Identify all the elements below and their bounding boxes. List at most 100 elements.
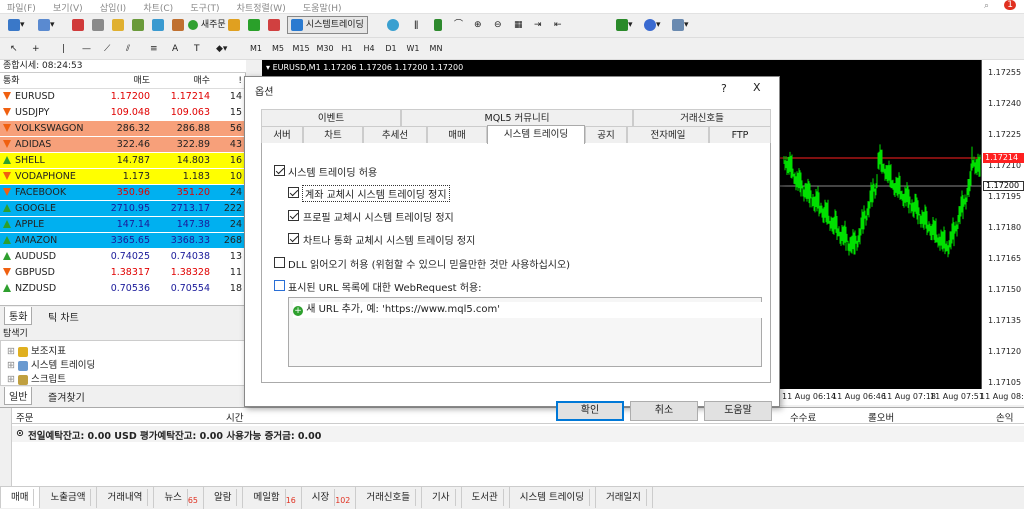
- symbol-row[interactable]: ADIDAS 322.46 322.89 43: [0, 137, 245, 153]
- allow-webrequest-checkbox[interactable]: [274, 280, 285, 291]
- tester-button[interactable]: [148, 16, 168, 34]
- tab-notifications[interactable]: 공지: [585, 126, 627, 143]
- column-spread[interactable]: !: [214, 73, 242, 89]
- disable-on-account-change-checkbox[interactable]: [288, 187, 299, 198]
- tab-common[interactable]: 일반: [4, 387, 33, 405]
- cursor-icon[interactable]: ↖: [6, 40, 22, 58]
- history-center-button[interactable]: [224, 16, 244, 34]
- help-icon[interactable]: ?: [721, 82, 727, 95]
- navigator-item-experts[interactable]: ⊞ 시스템 트레이딩: [7, 357, 95, 371]
- timeframe-m1[interactable]: M1: [246, 41, 266, 56]
- url-list[interactable]: + 새 URL 추가, 예: 'https://www.mql5.com': [288, 297, 763, 367]
- tab-ftp[interactable]: FTP: [709, 126, 771, 143]
- tab-trade-settings[interactable]: 매매: [427, 126, 487, 143]
- profiles-button[interactable]: ▾: [34, 16, 59, 34]
- text-icon[interactable]: A: [168, 40, 182, 58]
- tab-journal[interactable]: 거래일지: [596, 487, 653, 508]
- allow-auto-trading-checkbox[interactable]: [274, 165, 285, 176]
- disable-on-chart-change-checkbox[interactable]: [288, 233, 299, 244]
- timeframe-w1[interactable]: W1: [404, 41, 422, 56]
- horizontal-line-icon[interactable]: —: [78, 40, 95, 58]
- tab-alerts[interactable]: 알람: [204, 487, 244, 508]
- timeframe-m15[interactable]: M15: [290, 41, 312, 56]
- data-window-button[interactable]: [88, 16, 108, 34]
- allow-dll-imports-checkbox[interactable]: [274, 257, 285, 268]
- shapes-icon[interactable]: ◆▾: [212, 40, 231, 58]
- market-watch-button[interactable]: [68, 16, 88, 34]
- symbol-row[interactable]: FACEBOOK 350.96 351.20 24: [0, 185, 245, 201]
- line-chart-icon[interactable]: ⌒: [450, 16, 467, 34]
- tab-email[interactable]: 전자메일: [627, 126, 709, 143]
- new-chart-button[interactable]: ▾: [4, 16, 29, 34]
- templates-button[interactable]: ▾: [668, 16, 693, 34]
- fibonacci-icon[interactable]: ≡: [146, 40, 162, 58]
- column-rollover[interactable]: 롤오버: [868, 410, 894, 424]
- close-icon[interactable]: X: [753, 81, 761, 94]
- menu-charts[interactable]: 차트(C): [136, 0, 180, 14]
- menu-window[interactable]: 차트정렬(W): [230, 0, 293, 14]
- timeframe-m30[interactable]: M30: [314, 41, 336, 56]
- label-icon[interactable]: T: [190, 40, 204, 58]
- tile-windows-icon[interactable]: ▦: [510, 16, 527, 34]
- timeframe-m5[interactable]: M5: [268, 41, 288, 56]
- navigator-item-indicators[interactable]: ⊞ 보조지표: [7, 343, 66, 357]
- column-order[interactable]: 주문: [16, 410, 33, 424]
- column-profit[interactable]: 손익: [996, 410, 1013, 424]
- tab-history[interactable]: 거래내역: [97, 487, 155, 508]
- indicators-button[interactable]: ▾: [612, 16, 637, 34]
- help-button[interactable]: 도움말: [704, 401, 772, 421]
- column-time[interactable]: 시간: [226, 410, 243, 424]
- tab-tick-chart[interactable]: 틱 차트: [44, 308, 83, 325]
- zoom-in-icon[interactable]: ⊕: [470, 16, 486, 34]
- symbol-row[interactable]: USDJPY 109.048 109.063 15: [0, 105, 245, 121]
- candle-icon[interactable]: [430, 16, 446, 34]
- periods-button[interactable]: ▾: [640, 16, 665, 34]
- menu-view[interactable]: 보기(V): [46, 0, 90, 14]
- navigator-item-scripts[interactable]: ⊞ 스크립트: [7, 371, 66, 385]
- ok-button[interactable]: 확인: [556, 401, 624, 421]
- tab-market[interactable]: 시장 102: [302, 487, 357, 509]
- symbol-row[interactable]: APPLE 147.14 147.38 24: [0, 217, 245, 233]
- column-bid[interactable]: 매도: [95, 73, 150, 89]
- cancel-button[interactable]: 취소: [630, 401, 698, 421]
- symbol-row[interactable]: VOLKSWAGON 286.32 286.88 56: [0, 121, 245, 137]
- column-symbol[interactable]: 통화: [3, 73, 95, 89]
- symbol-row[interactable]: EURUSD 1.17200 1.17214 14: [0, 89, 245, 105]
- vertical-line-icon[interactable]: |: [58, 40, 69, 58]
- menu-tools[interactable]: 도구(T): [183, 0, 226, 14]
- tab-experts[interactable]: 시스템 트레이딩: [510, 487, 596, 508]
- terminal-side-handle[interactable]: [0, 408, 12, 487]
- tab-events[interactable]: 이벤트: [261, 109, 401, 126]
- timeframe-h1[interactable]: H1: [338, 41, 356, 56]
- symbol-row[interactable]: AMAZON 3365.65 3368.33 268: [0, 233, 245, 249]
- new-order-button[interactable]: 새주문: [184, 16, 230, 34]
- symbol-row[interactable]: GOOGLE 2710.95 2713.17 222: [0, 201, 245, 217]
- crosshair-icon[interactable]: +: [28, 40, 44, 58]
- symbol-row[interactable]: AUDUSD 0.74025 0.74038 13: [0, 249, 245, 265]
- tab-articles[interactable]: 기사: [422, 487, 462, 508]
- symbol-row[interactable]: GBPUSD 1.38317 1.38328 11: [0, 265, 245, 281]
- timeframe-d1[interactable]: D1: [382, 41, 400, 56]
- disable-on-profile-change-checkbox[interactable]: [288, 210, 299, 221]
- tab-expert-advisors[interactable]: 시스템 트레이딩: [487, 125, 585, 144]
- column-swap[interactable]: 수수료: [790, 410, 816, 424]
- trendline-icon[interactable]: ⟋: [100, 40, 114, 58]
- buy-icon[interactable]: [244, 16, 264, 34]
- menu-file[interactable]: 파일(F): [0, 0, 43, 14]
- timeframe-mn[interactable]: MN: [426, 41, 446, 56]
- symbol-row[interactable]: NZDUSD 0.70536 0.70554 18: [0, 281, 245, 297]
- tab-exposure[interactable]: 노출금액: [40, 487, 98, 508]
- tab-signals-settings[interactable]: 거래신호들: [633, 109, 771, 126]
- timeframe-h4[interactable]: H4: [360, 41, 378, 56]
- search-icon[interactable]: ⌕: [977, 0, 996, 11]
- symbol-row[interactable]: SHELL 14.787 14.803 16: [0, 153, 245, 169]
- autoscroll-icon[interactable]: ⇥: [530, 16, 546, 34]
- navigator-button[interactable]: [108, 16, 128, 34]
- tab-charts[interactable]: 차트: [303, 126, 363, 143]
- tab-trade[interactable]: 매매: [0, 487, 41, 508]
- tab-community[interactable]: MQL5 커뮤니티: [401, 109, 633, 126]
- tab-objects[interactable]: 추세선: [363, 126, 427, 143]
- menu-help[interactable]: 도움말(H): [296, 0, 349, 14]
- add-url-row[interactable]: + 새 URL 추가, 예: 'https://www.mql5.com': [293, 302, 763, 318]
- terminal-button[interactable]: [128, 16, 148, 34]
